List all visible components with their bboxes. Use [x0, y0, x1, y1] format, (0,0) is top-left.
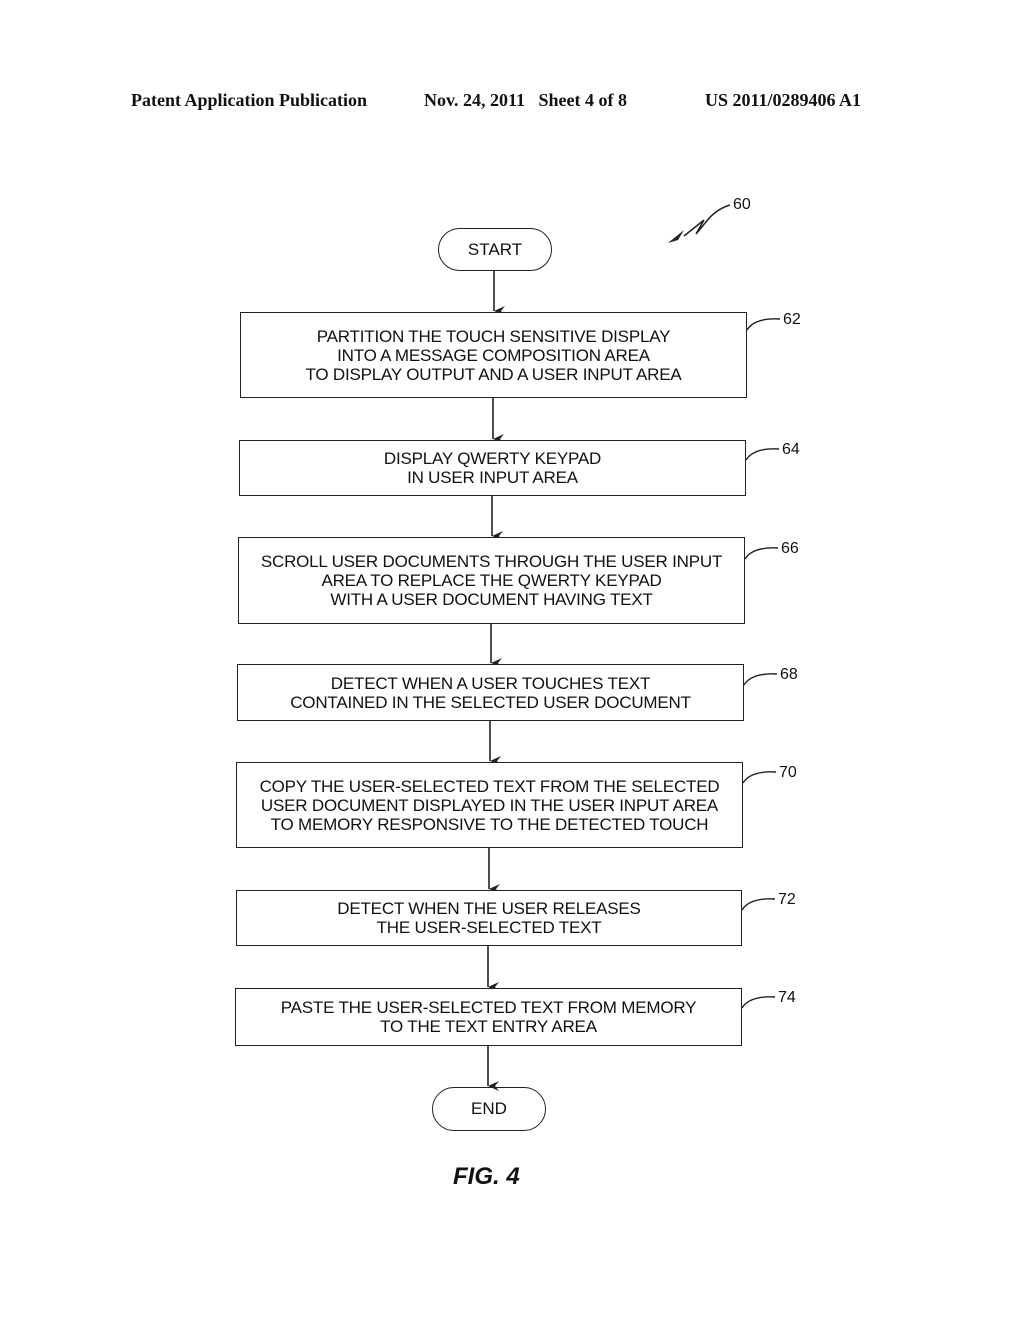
start-label: START	[467, 239, 523, 259]
step-74-line-1: PASTE THE USER-SELECTED TEXT FROM MEMORY	[280, 998, 697, 1017]
step-68-line-1: DETECT WHEN A USER TOUCHES TEXT	[330, 673, 651, 693]
step-70-copy-text: COPY THE USER-SELECTED TEXT FROM THE SEL…	[236, 762, 743, 848]
ref-74-leader	[741, 996, 776, 1009]
step-62-line-1: PARTITION THE TOUCH SENSITIVE DISPLAY	[316, 326, 671, 346]
end-terminal: END	[432, 1087, 546, 1131]
ref-label-64: 64	[782, 441, 800, 458]
step-66-line-2: AREA TO REPLACE THE QWERTY KEYPAD	[321, 571, 662, 590]
step-62-partition-display: PARTITION THE TOUCH SENSITIVE DISPLAY IN…	[240, 312, 747, 398]
ref-label-62: 62	[783, 311, 801, 328]
step-62-line-3: TO DISPLAY OUTPUT AND A USER INPUT AREA	[305, 364, 682, 384]
ref-label-72: 72	[778, 891, 796, 908]
step-74-line-2: TO THE TEXT ENTRY AREA	[380, 1017, 597, 1036]
step-64-display-keypad: DISPLAY QWERTY KEYPAD IN USER INPUT AREA	[239, 440, 746, 496]
ref-64-leader	[745, 448, 780, 461]
step-68-line-2: CONTAINED IN THE SELECTED USER DOCUMENT	[290, 692, 691, 712]
ref-label-66: 66	[781, 540, 799, 557]
step-64-line-2: IN USER INPUT AREA	[407, 468, 578, 487]
step-66-line-1: SCROLL USER DOCUMENTS THROUGH THE USER I…	[260, 552, 723, 571]
step-64-line-1: DISPLAY QWERTY KEYPAD	[383, 449, 602, 468]
step-72-line-2: THE USER-SELECTED TEXT	[376, 918, 602, 937]
ref-60-arrowhead	[668, 230, 684, 243]
step-70-line-3: TO MEMORY RESPONSIVE TO THE DETECTED TOU…	[270, 814, 709, 834]
step-66-scroll-documents: SCROLL USER DOCUMENTS THROUGH THE USER I…	[238, 537, 745, 624]
end-label: END	[471, 1099, 507, 1118]
step-66-line-3: WITH A USER DOCUMENT HAVING TEXT	[330, 590, 653, 609]
step-68-detect-touch: DETECT WHEN A USER TOUCHES TEXT CONTAINE…	[237, 664, 744, 721]
figure-label: FIG. 4	[453, 1163, 520, 1190]
ref-68-leader	[743, 673, 778, 686]
ref-label-60: 60	[733, 196, 751, 213]
ref-70-leader	[742, 771, 777, 784]
ref-label-70: 70	[779, 764, 797, 781]
step-72-detect-release: DETECT WHEN THE USER RELEASES THE USER-S…	[236, 890, 742, 946]
ref-60-leader-arrow	[683, 204, 731, 237]
step-72-line-1: DETECT WHEN THE USER RELEASES	[337, 899, 641, 918]
ref-62-leader	[746, 318, 781, 331]
step-70-line-2: USER DOCUMENT DISPLAYED IN THE USER INPU…	[260, 795, 719, 815]
ref-66-leader	[744, 547, 779, 560]
step-62-line-2: INTO A MESSAGE COMPOSITION AREA	[337, 345, 650, 365]
step-74-paste-text: PASTE THE USER-SELECTED TEXT FROM MEMORY…	[235, 988, 742, 1046]
ref-72-leader	[741, 898, 776, 911]
start-terminal: START	[438, 228, 552, 271]
ref-label-74: 74	[778, 989, 796, 1006]
step-70-line-1: COPY THE USER-SELECTED TEXT FROM THE SEL…	[259, 776, 720, 796]
ref-label-68: 68	[780, 666, 798, 683]
